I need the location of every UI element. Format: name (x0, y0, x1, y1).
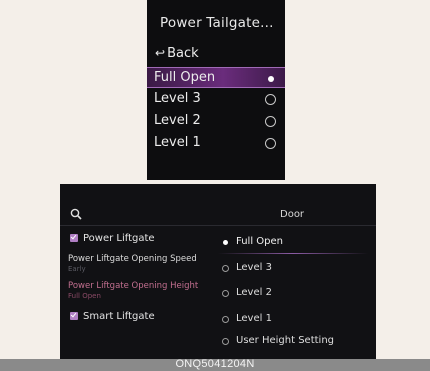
checkbox-checked-icon (70, 312, 78, 320)
height-option-level-3[interactable]: Level 3 (222, 261, 368, 281)
height-option-level-2[interactable]: Level 2 (222, 286, 368, 306)
cluster-menu-panel: Power Tailgate... ↩ Back Full Open Level … (147, 0, 285, 180)
figure-caption: ONQ5041204N (175, 358, 255, 370)
selection-highlight (218, 253, 368, 254)
door-title: Door (280, 209, 305, 220)
radio-unselected-icon (265, 138, 276, 149)
radio-unselected-icon (222, 290, 229, 297)
opening-height-setting[interactable]: Power Liftgate Opening Height (68, 281, 198, 291)
radio-unselected-icon (265, 94, 276, 105)
radio-unselected-icon (265, 116, 276, 127)
cluster-option-level-3[interactable]: Level 3 (147, 89, 285, 110)
search-icon[interactable] (70, 208, 82, 220)
height-option-label: Full Open (236, 236, 283, 247)
radio-unselected-icon (222, 338, 229, 345)
cluster-option-level-1[interactable]: Level 1 (147, 133, 285, 154)
smart-liftgate-label: Smart Liftgate (83, 311, 155, 322)
power-liftgate-label: Power Liftgate (83, 233, 155, 244)
radio-unselected-icon (222, 265, 229, 272)
radio-selected-icon (268, 76, 274, 82)
cluster-menu-title: Power Tailgate... (160, 15, 274, 31)
smart-liftgate-checkbox[interactable]: Smart Liftgate (70, 311, 155, 322)
manual-figure: Power Tailgate... ↩ Back Full Open Level … (0, 0, 430, 371)
height-option-label: Level 1 (236, 313, 272, 324)
cluster-option-label: Level 3 (154, 91, 201, 106)
height-option-full-open[interactable]: Full Open (222, 235, 368, 255)
height-option-level-1[interactable]: Level 1 (222, 312, 368, 332)
radio-selected-icon (223, 240, 228, 245)
door-settings-panel: Door Power Liftgate Power Liftgate Openi… (60, 184, 376, 360)
cluster-option-full-open[interactable]: Full Open (147, 67, 285, 88)
radio-unselected-icon (222, 316, 229, 323)
cluster-option-label: Level 2 (154, 113, 201, 128)
back-arrow-icon: ↩ (155, 46, 166, 60)
figure-caption-bar: ONQ5041204N (0, 358, 430, 371)
opening-speed-setting[interactable]: Power Liftgate Opening Speed (68, 254, 197, 264)
back-label: Back (167, 46, 199, 61)
header-divider (60, 225, 376, 226)
cluster-option-label: Level 1 (154, 135, 201, 150)
opening-speed-value: Early (68, 265, 86, 273)
height-option-user-setting[interactable]: User Height Setting (222, 334, 368, 354)
cluster-option-level-2[interactable]: Level 2 (147, 111, 285, 132)
height-option-label: Level 3 (236, 262, 272, 273)
opening-height-value: Full Open (68, 292, 101, 300)
back-button[interactable]: ↩ Back (155, 46, 199, 61)
cluster-option-label: Full Open (154, 70, 216, 85)
checkbox-checked-icon (70, 234, 78, 242)
height-option-label: User Height Setting (236, 335, 335, 346)
height-option-label: Level 2 (236, 287, 272, 298)
power-liftgate-checkbox[interactable]: Power Liftgate (70, 233, 155, 244)
